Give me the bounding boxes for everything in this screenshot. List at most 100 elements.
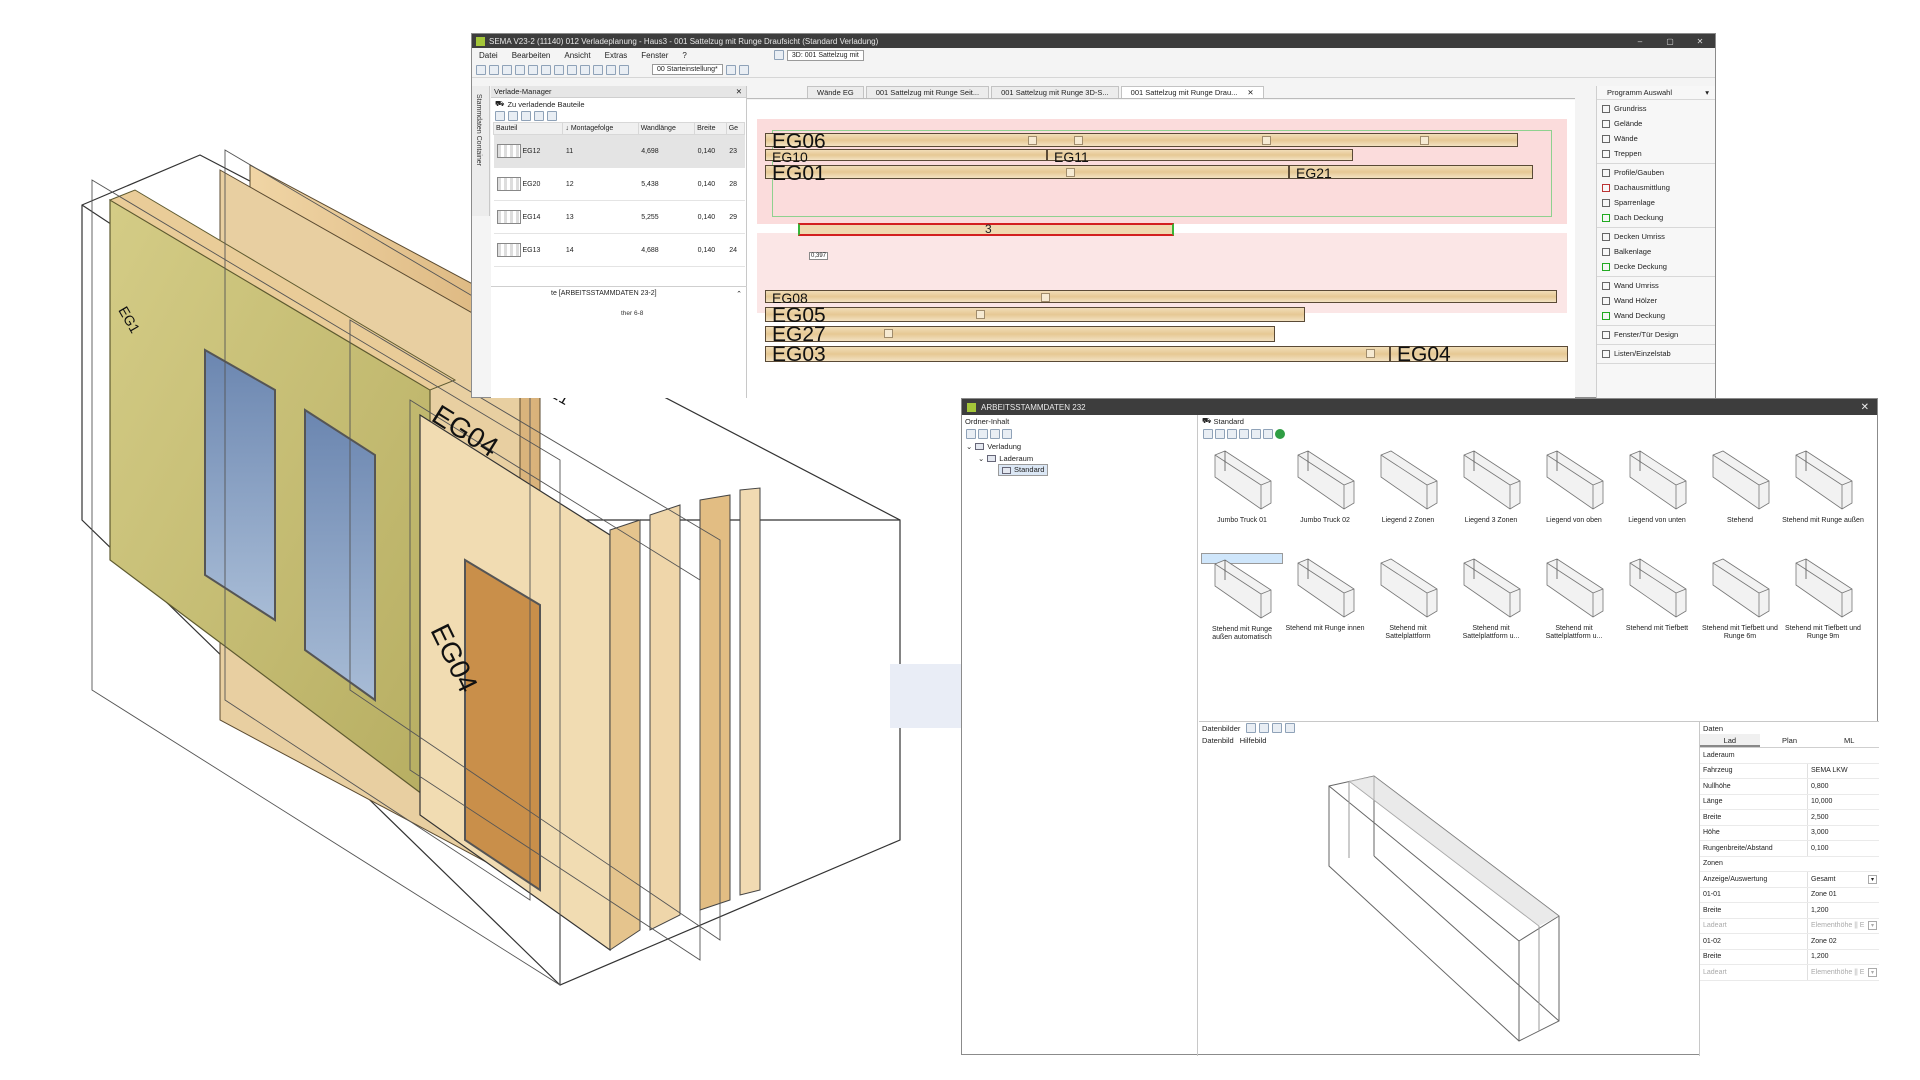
- pan-icon[interactable]: [1272, 723, 1283, 733]
- program-item[interactable]: Dachausmittlung: [1597, 180, 1715, 195]
- wall-eg05[interactable]: EG05: [765, 304, 1305, 327]
- save-icon[interactable]: [1239, 428, 1249, 439]
- menu-help[interactable]: ?: [675, 51, 693, 60]
- program-item[interactable]: Dach Deckung: [1597, 210, 1715, 225]
- column-header[interactable]: Wandlänge: [637, 122, 696, 135]
- property-row[interactable]: Breite 1,200: [1700, 903, 1879, 919]
- program-select[interactable]: Programm Auswahl ▾: [1597, 86, 1715, 100]
- filter-icon[interactable]: [547, 111, 557, 121]
- new-folder-icon[interactable]: [966, 428, 976, 439]
- property-value[interactable]: 2,500: [1808, 810, 1879, 825]
- gallery-item[interactable]: Stehend mit Sattelplattform u...: [1533, 553, 1615, 661]
- program-item[interactable]: Gelände: [1597, 116, 1715, 131]
- tree-item-laderaum[interactable]: ⌄ Laderaum: [962, 452, 1197, 464]
- column-header[interactable]: Ge: [725, 122, 746, 135]
- program-item[interactable]: Decke Deckung: [1597, 259, 1715, 274]
- gallery-item[interactable]: Stehend mit Sattelplattform u...: [1450, 553, 1532, 661]
- table-row[interactable]: EG20 12 5,438 0,140 28: [493, 167, 745, 201]
- property-value[interactable]: 3,000: [1808, 826, 1879, 841]
- tab-hilfebild[interactable]: Hilfebild: [1240, 736, 1267, 745]
- print-icon[interactable]: [528, 64, 538, 75]
- tree-icon[interactable]: [1002, 428, 1012, 439]
- minimize-button[interactable]: –: [1625, 37, 1655, 46]
- link-icon[interactable]: [521, 111, 531, 121]
- column-header[interactable]: ↓ Montagefolge: [562, 122, 639, 135]
- tab-waende-eg[interactable]: Wände EG: [807, 86, 864, 98]
- property-value[interactable]: Zone 02: [1808, 934, 1879, 949]
- copy-folder-icon[interactable]: [978, 428, 988, 439]
- wall-eg01[interactable]: EG01: [765, 162, 1289, 185]
- program-item[interactable]: Fenster/Tür Design: [1597, 327, 1715, 342]
- program-item[interactable]: Treppen: [1597, 146, 1715, 161]
- gallery-item[interactable]: Jumbo Truck 01: [1201, 445, 1283, 553]
- wall-eg04[interactable]: EG04: [1390, 343, 1568, 366]
- new-icon[interactable]: [1203, 428, 1213, 439]
- copy-icon[interactable]: [1215, 428, 1225, 439]
- property-value[interactable]: 1,200: [1808, 950, 1879, 965]
- settings-icon[interactable]: [725, 64, 736, 75]
- gallery-item[interactable]: Stehend mit Runge innen: [1284, 553, 1366, 661]
- program-item[interactable]: Wand Umriss: [1597, 278, 1715, 293]
- preset-select[interactable]: 00 Starteinstellung*: [652, 64, 723, 75]
- view-icon[interactable]: [1263, 428, 1273, 439]
- close-icon[interactable]: ✕: [1247, 88, 1253, 97]
- property-row[interactable]: Rungenbreite/Abstand 0,100: [1700, 841, 1879, 857]
- property-row[interactable]: Breite 2,500: [1700, 810, 1879, 826]
- tree-item-standard[interactable]: Standard: [962, 464, 1197, 476]
- pen-icon[interactable]: [580, 64, 590, 75]
- property-row[interactable]: Ladeart Elementhöhe || E ▾: [1700, 965, 1879, 981]
- property-row[interactable]: Länge 10,000: [1700, 794, 1879, 810]
- gallery-item[interactable]: Liegend 3 Zonen: [1450, 445, 1532, 553]
- layers-icon[interactable]: [593, 64, 603, 75]
- property-value[interactable]: 0,100: [1808, 841, 1879, 856]
- program-item[interactable]: Wände: [1597, 131, 1715, 146]
- menu-fenster[interactable]: Fenster: [634, 51, 675, 60]
- gallery-item[interactable]: Stehend mit Sattelplattform: [1367, 553, 1449, 661]
- undo-icon[interactable]: [502, 64, 512, 75]
- column-header[interactable]: Bauteil: [492, 122, 564, 135]
- wall-eg06[interactable]: EG06: [765, 130, 1518, 153]
- new-icon[interactable]: [476, 64, 486, 75]
- wall-eg10[interactable]: EG10: [765, 149, 1047, 165]
- view-select[interactable]: 3D: 001 Sattelzug mit: [786, 49, 864, 61]
- property-value[interactable]: SEMA LKW: [1808, 764, 1879, 779]
- book-icon[interactable]: [738, 64, 749, 75]
- wall-eg27[interactable]: EG27: [765, 323, 1275, 346]
- side-tab-stammdaten[interactable]: Stammdaten Container: [475, 94, 482, 166]
- wall-eg11[interactable]: EG11: [1047, 149, 1353, 165]
- table-row[interactable]: EG12 11 4,698 0,140 23: [493, 134, 745, 168]
- property-value[interactable]: 10,000: [1808, 795, 1879, 810]
- open-icon[interactable]: [489, 64, 499, 75]
- program-item[interactable]: Sparrenlage: [1597, 195, 1715, 210]
- property-row[interactable]: Höhe 3,000: [1700, 825, 1879, 841]
- close-button[interactable]: ✕: [1685, 37, 1715, 46]
- gallery-item[interactable]: Stehend mit Runge außen: [1782, 445, 1864, 553]
- wall-eg08[interactable]: EG08: [765, 290, 1557, 306]
- column-header[interactable]: Breite: [694, 122, 727, 135]
- property-row[interactable]: 01-01 Zone 01: [1700, 887, 1879, 903]
- menu-ansicht[interactable]: Ansicht: [557, 51, 597, 60]
- gallery-item[interactable]: Jumbo Truck 02: [1284, 445, 1366, 553]
- program-item[interactable]: Decken Umriss: [1597, 229, 1715, 244]
- tree-item-verladung[interactable]: ⌄ Verladung: [962, 440, 1197, 452]
- chevron-down-icon[interactable]: ▾: [1868, 967, 1877, 977]
- gallery-item[interactable]: Stehend: [1699, 445, 1781, 553]
- property-row[interactable]: Anzeige/Auswertung Gesamt ▾: [1700, 872, 1879, 888]
- property-row[interactable]: Nullhöhe 0,800: [1700, 779, 1879, 795]
- gallery-item[interactable]: Stehend mit Tiefbett und Runge 9m: [1782, 553, 1864, 661]
- property-row[interactable]: Ladeart Elementhöhe || E ▾: [1700, 918, 1879, 934]
- loading-plan-view[interactable]: EG06 EG10 EG11 EG01 EG21 3 0,397 EG08 EG…: [747, 100, 1575, 399]
- table-row[interactable]: EG14 13 5,255 0,140 29: [493, 200, 745, 234]
- redo-icon[interactable]: [515, 64, 525, 75]
- copy-icon[interactable]: [508, 111, 518, 121]
- selected-wall[interactable]: 3: [798, 222, 1174, 236]
- wall-eg21[interactable]: EG21: [1289, 165, 1533, 181]
- move-icon[interactable]: [554, 64, 564, 75]
- menu-extras[interactable]: Extras: [598, 51, 635, 60]
- apply-icon[interactable]: [1275, 428, 1285, 439]
- laderaum-preview[interactable]: [1199, 746, 1699, 1046]
- property-value[interactable]: Elementhöhe || E ▾: [1808, 919, 1879, 934]
- gallery-item[interactable]: Stehend mit Tiefbett und Runge 6m: [1699, 553, 1781, 661]
- maximize-button[interactable]: ▢: [1655, 37, 1685, 46]
- gallery-item[interactable]: Liegend 2 Zonen: [1367, 445, 1449, 553]
